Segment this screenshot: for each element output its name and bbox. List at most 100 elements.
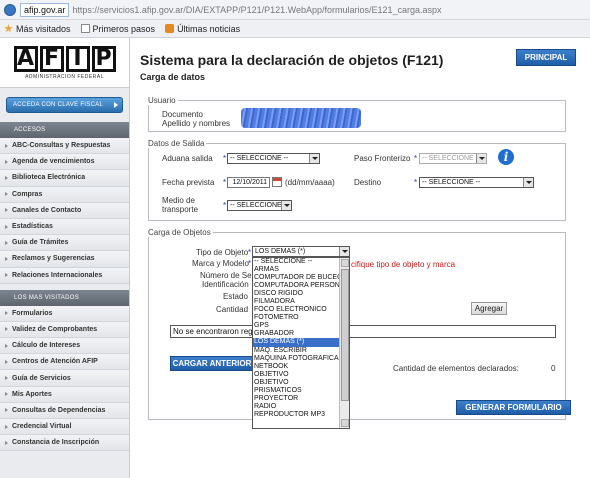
scroll-up-icon[interactable] — [341, 259, 349, 267]
marca-label: Marca y Modelo — [192, 259, 249, 268]
aduana-label: Aduana salida — [162, 154, 213, 163]
info-icon[interactable]: i — [498, 149, 514, 165]
required-marker: * — [414, 154, 418, 163]
hint-text: cifique tipo de objeto y marca — [351, 260, 456, 269]
listbox-option[interactable]: FOTOMETRO — [253, 314, 349, 322]
listbox-option[interactable]: -- SELECCIONE -- — [253, 258, 349, 266]
scroll-thumb[interactable] — [341, 269, 349, 401]
afip-logo[interactable]: A F I P ADMINISTRACION FEDERAL — [0, 38, 129, 88]
sidebar-item[interactable]: Cálculo de Intereses — [0, 338, 129, 355]
listbox-option[interactable]: RADIO — [253, 403, 349, 411]
required-marker: * — [223, 178, 227, 187]
salida-legend: Datos de Salida — [148, 139, 205, 148]
bullet-icon — [5, 159, 8, 164]
accesos-list: ABC-Consultas y Respuestas Agenda de ven… — [0, 138, 129, 284]
sidebar-item[interactable]: Biblioteca Electrónica — [0, 170, 129, 187]
listbox-option[interactable]: MAQUINA FOTOGRAFICA — [253, 355, 349, 363]
site-globe-icon — [4, 3, 16, 16]
rss-icon — [165, 24, 175, 33]
chevron-down-icon — [309, 154, 319, 163]
listbox-option[interactable]: GPS — [253, 322, 349, 330]
sidebar-item[interactable]: Centros de Atención AFIP — [0, 354, 129, 371]
clave-fiscal-button[interactable]: ACCEDA CON CLAVE FISCAL — [6, 97, 123, 113]
sidebar-item[interactable]: Agenda de vencimientos — [0, 154, 129, 171]
sidebar-item[interactable]: Reclamos y Sugerencias — [0, 251, 129, 268]
listbox-option[interactable]: DISCO RIGIDO — [253, 290, 349, 298]
listbox-option[interactable]: PRISMATICOS — [253, 387, 349, 395]
paso-label: Paso Fronterizo — [354, 154, 411, 163]
redacted-user-data — [241, 108, 361, 128]
listbox-option[interactable]: OBJETIVO — [253, 371, 349, 379]
principal-button[interactable]: PRINCIPAL — [516, 49, 576, 66]
sidebar-item[interactable]: Guía de Trámites — [0, 235, 129, 252]
documento-label: Documento — [162, 110, 203, 119]
address-bar[interactable]: afip.gov.ar https://servicios1.afip.gov.… — [0, 0, 590, 20]
cargar-anterior-button[interactable]: CARGAR ANTERIOR — [170, 356, 254, 371]
tipo-label: Tipo de Objeto — [196, 248, 249, 257]
sidebar-item[interactable]: Credencial Virtual — [0, 419, 129, 436]
listbox-option[interactable]: NETBOOK — [253, 363, 349, 371]
sidebar-item[interactable]: Validez de Comprobantes — [0, 321, 129, 339]
chevron-down-icon — [523, 178, 533, 187]
aduana-select[interactable]: -- SELECCIONE -- — [227, 153, 320, 164]
sidebar-item[interactable]: Guía de Servicios — [0, 370, 129, 387]
listbox-option[interactable]: LOS DEMAS (*) — [253, 338, 349, 347]
page-subtitle: Carga de datos — [140, 72, 206, 82]
sidebar-item[interactable]: Constancia de Inscripción — [0, 435, 129, 452]
required-marker: * — [223, 154, 227, 163]
sidebar-item[interactable]: Relaciones Internacionales — [0, 267, 129, 284]
calendar-icon[interactable] — [272, 177, 282, 187]
listbox-option[interactable]: MAQ. ESCRIBIR — [253, 347, 349, 355]
listbox-option[interactable]: COMPUTADORA PERSONAL — [253, 282, 349, 290]
bookmark-ultimas-noticias[interactable]: Últimas noticias — [165, 24, 240, 34]
page-title: Sistema para la declaración de objetos (… — [140, 52, 444, 68]
bookmark-primeros-pasos[interactable]: Primeros pasos — [80, 24, 155, 34]
tipo-objeto-listbox[interactable]: -- SELECCIONE -- ARMAS COMPUTADOR DE BUCEO… — [252, 257, 350, 429]
scroll-down-icon[interactable] — [341, 419, 349, 427]
fecha-input[interactable]: 12/10/2011 — [227, 177, 270, 188]
bullet-icon — [5, 143, 8, 148]
main-content: Sistema para la declaración de objetos (… — [130, 38, 590, 478]
sidebar-item[interactable]: Consultas de Dependencias — [0, 402, 129, 419]
listbox-option[interactable]: ARMAS — [253, 266, 349, 274]
apellido-label: Apellido y nombres — [162, 119, 231, 128]
site-domain: afip.gov.ar — [20, 2, 70, 17]
chevron-down-icon — [281, 201, 291, 210]
bullet-icon — [5, 376, 8, 381]
paso-select[interactable]: -- SELECCIONE -- — [419, 153, 487, 164]
serie-label-line2: Identificación — [202, 280, 249, 289]
generar-formulario-button[interactable]: GENERAR FORMULARIO — [456, 400, 571, 415]
sidebar-item[interactable]: Canales de Contacto — [0, 202, 129, 219]
sidebar-item[interactable]: Mis Aportes — [0, 386, 129, 403]
listbox-option[interactable]: GRABADOR — [253, 330, 349, 338]
destino-select[interactable]: -- SELECCIONE -- — [419, 177, 534, 188]
bullet-icon — [5, 424, 8, 429]
medio-label-line1: Medio de — [162, 196, 195, 205]
chevron-down-icon — [339, 247, 349, 256]
bullet-icon — [5, 192, 8, 197]
required-marker: * — [223, 201, 227, 210]
listbox-option[interactable]: PROYECTOR — [253, 395, 349, 403]
chevron-down-icon — [476, 154, 486, 163]
url-text[interactable]: https://servicios1.afip.gov.ar/DIA/EXTAP… — [72, 5, 441, 15]
sidebar-item[interactable]: Formularios — [0, 305, 129, 322]
tipo-objeto-select[interactable]: LOS DEMAS (*) — [252, 246, 350, 257]
listbox-option[interactable]: OBJETIVO — [253, 379, 349, 387]
star-icon — [4, 24, 13, 33]
listbox-option[interactable]: REPRODUCTOR MP3 — [253, 411, 349, 419]
required-marker: * — [248, 248, 252, 257]
bullet-icon — [5, 440, 8, 445]
bookmark-mas-visitados[interactable]: Más visitados — [4, 24, 71, 34]
agregar-button[interactable]: Agregar — [471, 302, 507, 315]
sidebar-item[interactable]: Compras — [0, 186, 129, 203]
fecha-format: (dd/mm/aaaa) — [285, 178, 335, 187]
listbox-option[interactable]: COMPUTADOR DE BUCEO — [253, 274, 349, 282]
listbox-scrollbar[interactable] — [339, 258, 349, 428]
bullet-icon — [5, 311, 8, 316]
listbox-option[interactable]: FOCO ELECTRONICO — [253, 306, 349, 314]
sidebar-item[interactable]: ABC-Consultas y Respuestas — [0, 138, 129, 155]
sidebar-item[interactable]: Estadísticas — [0, 218, 129, 236]
medio-select[interactable]: -- SELECCIONE -- — [227, 200, 292, 211]
listbox-option[interactable]: FILMADORA — [253, 298, 349, 306]
bullet-icon — [5, 392, 8, 397]
